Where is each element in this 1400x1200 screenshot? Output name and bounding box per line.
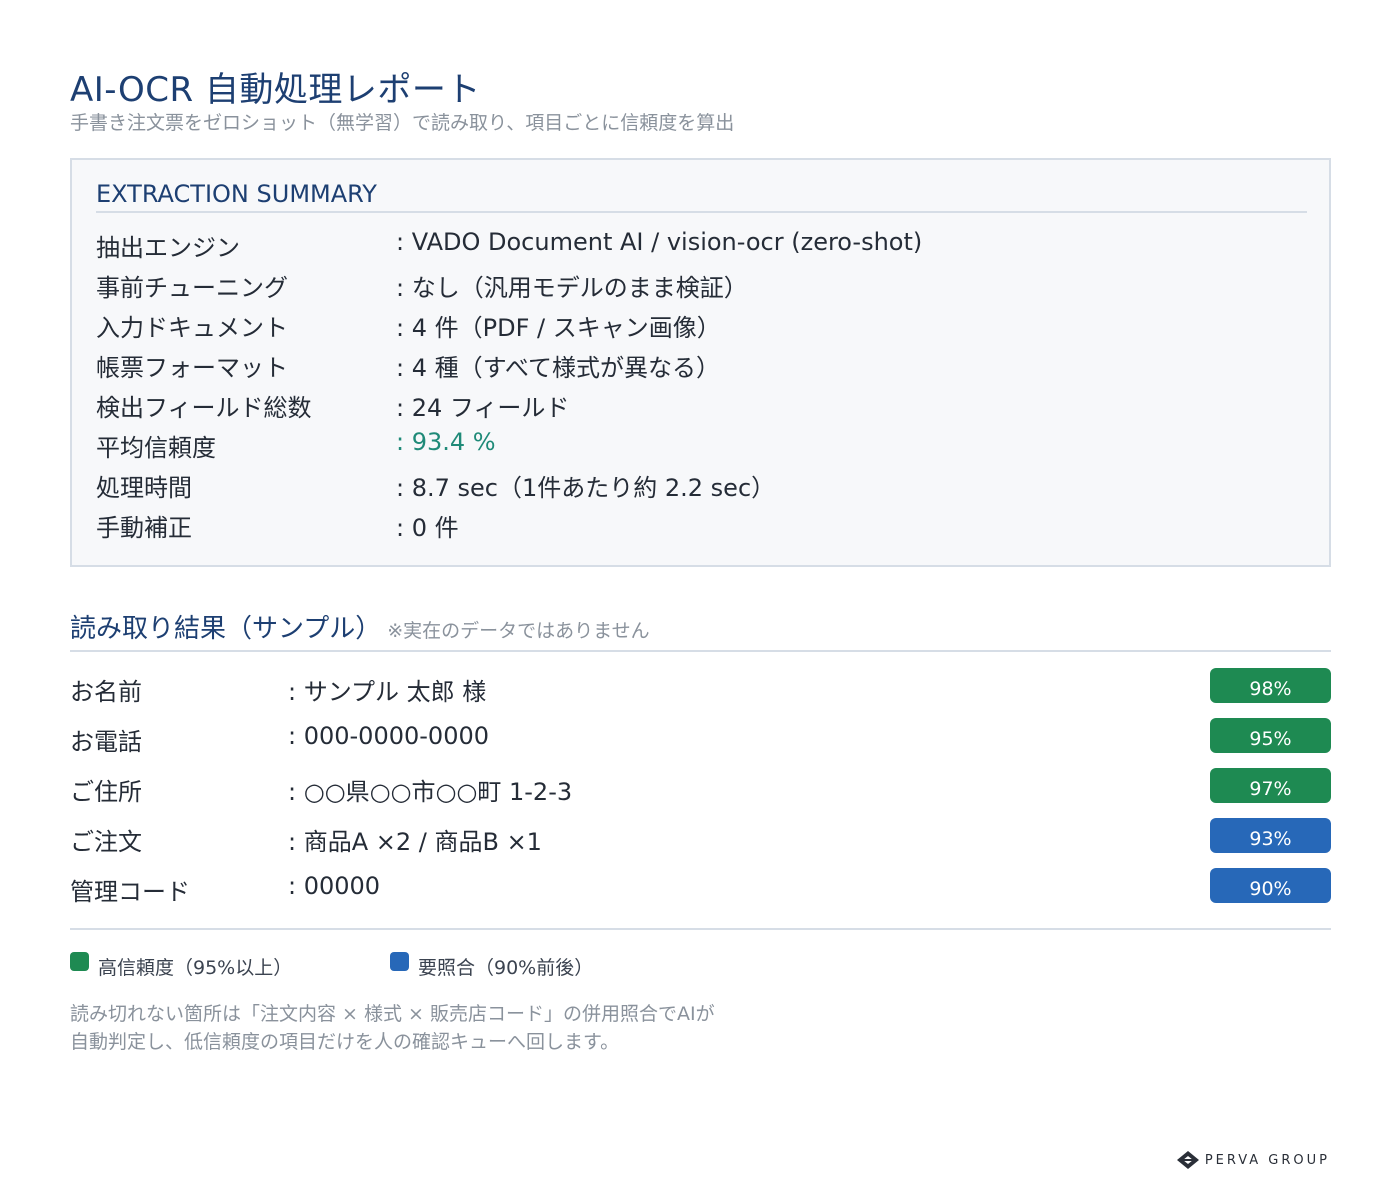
- result-row-address: ご住所 : ○○県○○市○○町 1-2-3 97%: [70, 768, 1331, 806]
- result-row-order: ご注文 : 商品A ×2 / 商品B ×1 93%: [70, 818, 1331, 856]
- results-divider-bottom: [70, 928, 1331, 930]
- results-title: 読み取り結果（サンプル）: [70, 614, 382, 644]
- extraction-summary-panel: EXTRACTION SUMMARY 抽出エンジン : VADO Documen…: [70, 158, 1331, 567]
- summary-value: : 4 種（すべて様式が異なる）: [396, 354, 720, 382]
- confidence-badge: 95%: [1210, 718, 1331, 753]
- legend-swatch-blue: [390, 952, 409, 971]
- summary-divider: [96, 211, 1307, 213]
- result-label: お名前: [70, 678, 142, 706]
- footnote: 読み切れない箇所は「注文内容 × 様式 × 販売店コード」の併用照合でAIが 自…: [70, 1000, 715, 1056]
- summary-heading: EXTRACTION SUMMARY: [96, 180, 377, 208]
- results-heading: 読み取り結果（サンプル） ※実在のデータではありません: [70, 608, 650, 645]
- result-value: : 商品A ×2 / 商品B ×1: [288, 828, 542, 856]
- result-value: : サンプル 太郎 様: [288, 678, 487, 706]
- summary-label: 事前チューニング: [96, 274, 288, 302]
- summary-label: 検出フィールド総数: [96, 394, 312, 422]
- summary-value: : 0 件: [396, 514, 459, 542]
- summary-value: : 8.7 sec（1件あたり約 2.2 sec）: [396, 474, 776, 502]
- page-title: AI-OCR 自動処理レポート: [70, 70, 481, 110]
- result-value: : 00000: [288, 872, 381, 900]
- result-label: ご注文: [70, 828, 142, 856]
- legend-label: 高信頼度（95%以上）: [98, 957, 293, 979]
- result-value: : ○○県○○市○○町 1-2-3: [288, 778, 573, 806]
- summary-label: 帳票フォーマット: [96, 354, 288, 382]
- summary-label: 抽出エンジン: [96, 234, 240, 262]
- result-label: お電話: [70, 728, 142, 756]
- summary-value-highlight: : 93.4 %: [396, 428, 496, 456]
- legend-swatch-green: [70, 952, 89, 971]
- summary-label: 処理時間: [96, 474, 192, 502]
- result-row-phone: お電話 : 000-0000-0000 95%: [70, 718, 1331, 756]
- legend-label: 要照合（90%前後）: [418, 957, 594, 979]
- result-value: : 000-0000-0000: [288, 722, 489, 750]
- result-row-management-code: 管理コード : 00000 90%: [70, 868, 1331, 906]
- results-divider-top: [70, 650, 1331, 652]
- results-disclaimer: ※実在のデータではありません: [387, 620, 650, 642]
- summary-label: 平均信頼度: [96, 434, 216, 462]
- perva-logo-icon: [1176, 1151, 1199, 1169]
- summary-value: : VADO Document AI / vision-ocr (zero-sh…: [396, 228, 923, 256]
- summary-value: : なし（汎用モデルのまま検証）: [396, 274, 748, 302]
- result-label: 管理コード: [70, 878, 190, 906]
- summary-value: : 24 フィールド: [396, 394, 570, 422]
- confidence-badge: 90%: [1210, 868, 1331, 903]
- summary-label: 入力ドキュメント: [96, 314, 288, 342]
- result-row-name: お名前 : サンプル 太郎 様 98%: [70, 668, 1331, 706]
- page-subtitle: 手書き注文票をゼロショット（無学習）で読み取り、項目ごとに信頼度を算出: [70, 112, 735, 134]
- brand-name: PERVA GROUP: [1204, 1152, 1330, 1168]
- footnote-line: 自動判定し、低信頼度の項目だけを人の確認キューへ回します。: [70, 1031, 620, 1053]
- brand-footer: PERVA GROUP: [1176, 1150, 1330, 1170]
- confidence-badge: 97%: [1210, 768, 1331, 803]
- summary-label: 手動補正: [96, 514, 192, 542]
- result-label: ご住所: [70, 778, 142, 806]
- confidence-badge: 93%: [1210, 818, 1331, 853]
- footnote-line: 読み切れない箇所は「注文内容 × 様式 × 販売店コード」の併用照合でAIが: [70, 1003, 715, 1025]
- confidence-badge: 98%: [1210, 668, 1331, 703]
- summary-value: : 4 件（PDF / スキャン画像）: [396, 314, 721, 342]
